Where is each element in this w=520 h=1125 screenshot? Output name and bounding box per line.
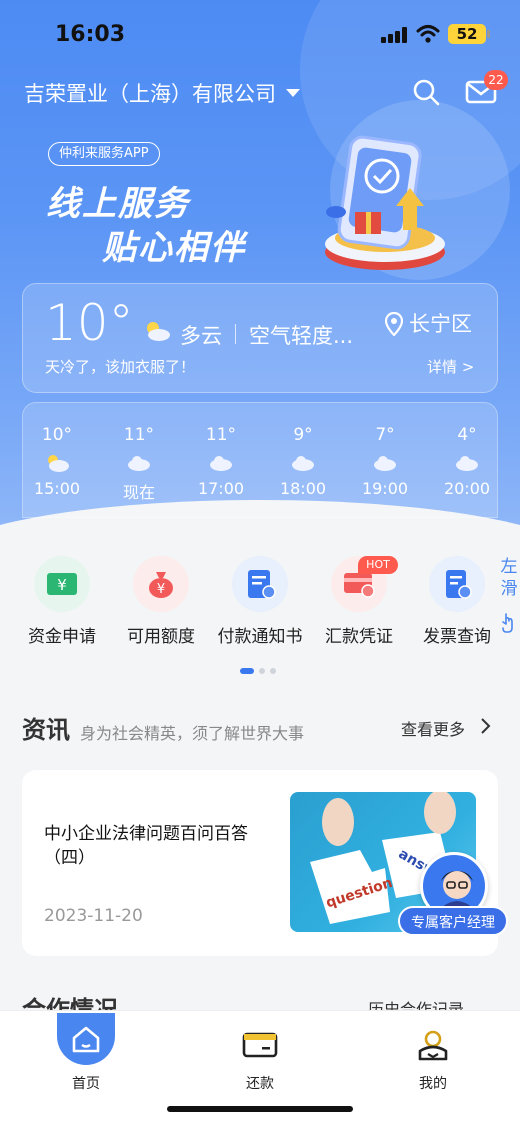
current-temperature: 10° — [45, 294, 134, 352]
tab-home[interactable]: 首页 — [36, 1013, 136, 1093]
card-icon — [242, 1032, 278, 1058]
forecast-hour: 9° 18:00 — [279, 425, 327, 498]
fund-application-icon: ¥ — [47, 573, 77, 595]
quick-action-payment-notice[interactable]: 付款通知书 — [210, 556, 310, 647]
caret-down-icon — [286, 89, 300, 97]
hourly-forecast: 10° 15:00 11° 现在 11° 17:00 9° 18:00 7° 1… — [22, 402, 498, 518]
cloud-icon — [374, 456, 396, 471]
user-icon — [418, 1030, 448, 1061]
hot-badge: HOT — [358, 556, 398, 574]
cloud-sun-icon — [48, 455, 69, 472]
banner-slogan-line1: 线上服务 — [46, 184, 190, 224]
cloud-icon — [128, 456, 150, 471]
money-bag-icon: ¥ — [149, 572, 173, 598]
company-name: 吉荣置业（上海）有限公司 — [24, 82, 276, 106]
location-pin-icon — [385, 312, 403, 336]
invoice-icon — [446, 570, 472, 599]
weather-detail-link[interactable]: 详情 > — [427, 356, 474, 377]
news-section-subtitle: 身为社会精英，须了解世界大事 — [80, 724, 305, 743]
quick-action-available-credit[interactable]: ¥ 可用额度 — [111, 556, 211, 647]
weather-card[interactable]: 10° 多云 空气轻度... 长宁区 天冷了，该加衣服了！ 详情 > — [22, 283, 498, 393]
forecast-hour: 10° 15:00 — [33, 425, 81, 498]
weather-tip: 天冷了，该加衣服了！ — [45, 358, 196, 376]
page-indicator — [240, 668, 276, 674]
swipe-hint: 左滑 — [500, 557, 518, 599]
signal-icon — [381, 27, 409, 43]
forecast-hour: 4° 20:00 — [443, 425, 491, 498]
status-time: 16:03 — [55, 22, 126, 47]
app-tag: 仲利来服务APP — [48, 142, 160, 166]
news-date: 2023-11-20 — [44, 906, 143, 926]
cloud-icon — [456, 456, 478, 471]
home-icon — [72, 1026, 100, 1053]
payment-notice-icon — [248, 570, 276, 599]
cloud-sun-icon — [147, 322, 170, 341]
cloud-icon — [292, 456, 314, 471]
search-icon[interactable] — [412, 78, 440, 106]
news-section-title: 资讯 — [22, 716, 70, 744]
quick-action-invoice-query[interactable]: 发票查询 — [407, 556, 507, 647]
tab-repayment[interactable]: 还款 — [210, 1023, 310, 1093]
quick-action-fund-application[interactable]: ¥ 资金申请 — [12, 556, 112, 647]
news-view-more-link[interactable]: 查看更多 — [401, 716, 465, 740]
cloud-icon — [210, 456, 232, 471]
forecast-hour: 11° 现在 — [122, 425, 155, 502]
news-headline: 中小企业法律问题百问百答（四） — [44, 824, 248, 868]
home-indicator — [167, 1106, 353, 1112]
forecast-hour: 7° 19:00 — [361, 425, 409, 498]
chevron-right-icon[interactable] — [480, 716, 492, 736]
air-quality: 空气轻度... — [249, 324, 354, 348]
battery-icon: 52 — [448, 24, 490, 44]
wifi-icon — [416, 25, 440, 43]
weather-condition: 多云 — [180, 324, 222, 348]
location-name: 长宁区 — [409, 312, 472, 336]
phone-illustration-icon — [325, 135, 445, 270]
hand-swipe-icon — [502, 613, 513, 633]
svg-text:¥: ¥ — [57, 576, 67, 594]
tab-mine[interactable]: 我的 — [383, 1023, 483, 1093]
svg-text:¥: ¥ — [157, 582, 165, 597]
mail-count-badge: 22 — [484, 70, 508, 90]
status-bar: 16:03 52 — [0, 0, 520, 64]
forecast-hour: 11° 17:00 — [197, 425, 245, 498]
company-selector[interactable]: 吉荣置业（上海）有限公司 — [24, 78, 300, 108]
banner-slogan-line2: 贴心相伴 — [102, 228, 246, 268]
customer-manager-label[interactable]: 专属客户经理 — [398, 906, 508, 936]
